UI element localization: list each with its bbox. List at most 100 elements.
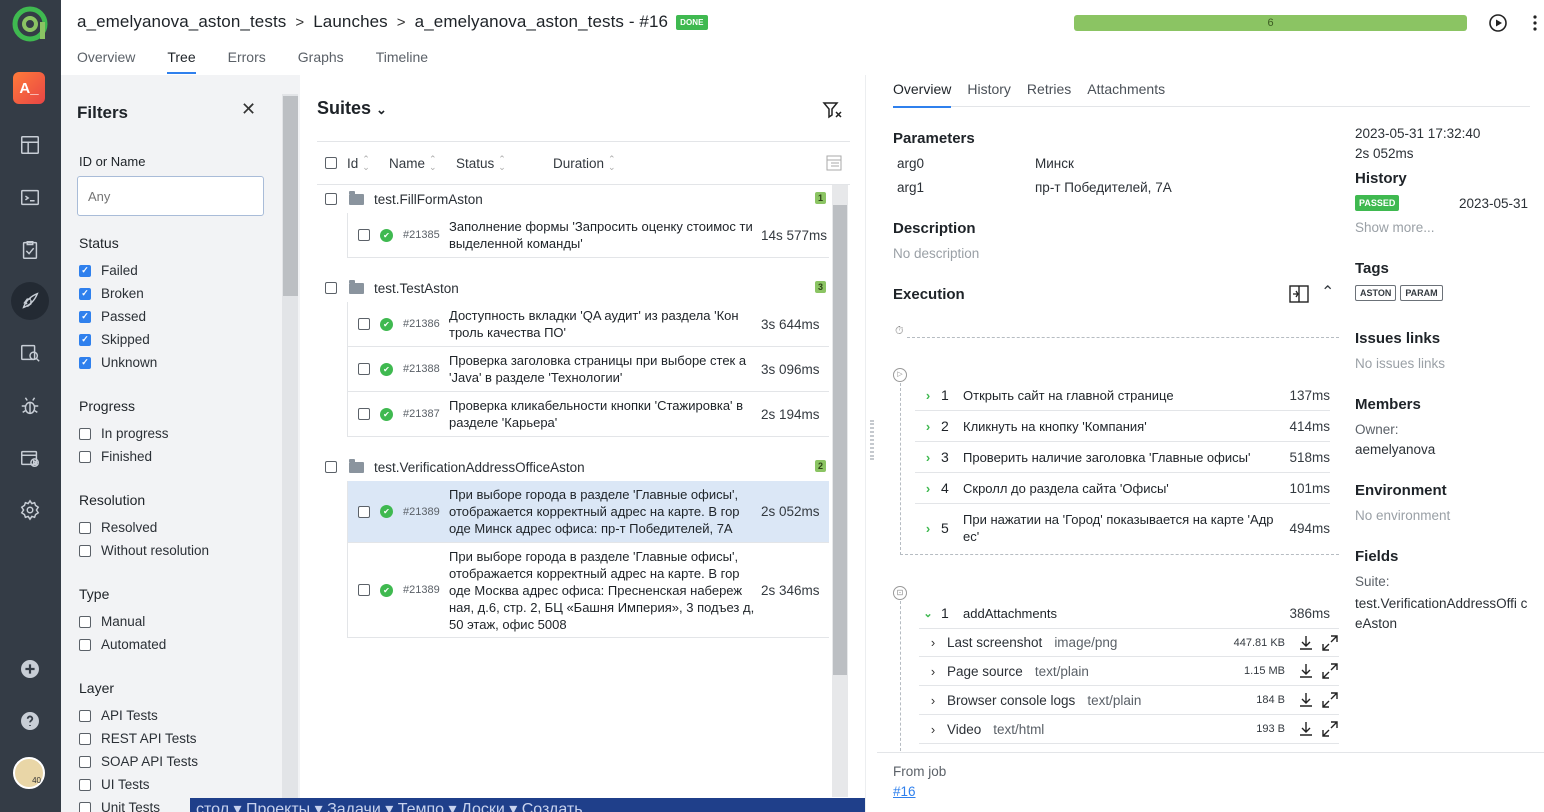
- execution-step[interactable]: › 3 Проверить наличие заголовка 'Главные о…: [915, 442, 1330, 473]
- tab-graphs[interactable]: Graphs: [298, 44, 344, 74]
- expand-icon[interactable]: [1321, 691, 1339, 709]
- download-icon[interactable]: [1297, 662, 1315, 680]
- show-more-link[interactable]: Show more...: [1355, 220, 1435, 235]
- filter-in-progress[interactable]: In progress: [79, 426, 169, 441]
- checkbox-icon[interactable]: [325, 461, 337, 473]
- column-id[interactable]: Id ⌃ ⌄: [347, 155, 385, 172]
- checkbox-icon[interactable]: [325, 282, 337, 294]
- checkbox-icon[interactable]: [79, 544, 91, 557]
- checkbox-checked-icon[interactable]: ✓: [79, 356, 91, 369]
- checkbox-icon[interactable]: [79, 778, 91, 791]
- tag[interactable]: ASTON: [1355, 285, 1397, 301]
- allure-logo-icon[interactable]: [10, 4, 50, 44]
- clear-filter-icon[interactable]: [822, 100, 842, 120]
- checkbox-icon[interactable]: [79, 427, 91, 440]
- suite-group-row[interactable]: test.FillFormAston 1: [317, 186, 828, 212]
- test-cases-icon[interactable]: [12, 180, 48, 216]
- suite-group-row[interactable]: test.TestAston 3: [317, 275, 828, 301]
- settings-gear-icon[interactable]: [12, 492, 48, 528]
- checkbox-checked-icon[interactable]: ✓: [79, 264, 91, 277]
- column-name[interactable]: Name ⌃ ⌄: [389, 155, 452, 172]
- tab-detail-history[interactable]: History: [967, 81, 1011, 107]
- launches-rocket-icon[interactable]: [11, 282, 49, 320]
- checkbox-checked-icon[interactable]: ✓: [79, 310, 91, 323]
- panel-resize-handle[interactable]: [865, 75, 877, 812]
- download-icon[interactable]: [1297, 691, 1315, 709]
- filter-status-skipped[interactable]: ✓ Skipped: [79, 332, 150, 347]
- checkbox-icon[interactable]: [358, 363, 370, 375]
- expand-icon[interactable]: [1321, 720, 1339, 738]
- filter-rest-api-tests[interactable]: REST API Tests: [79, 731, 197, 746]
- execution-step[interactable]: › 5 При нажатии на 'Город' показывается на…: [915, 504, 1330, 552]
- select-all-checkbox[interactable]: [325, 157, 337, 169]
- tab-timeline[interactable]: Timeline: [376, 44, 428, 74]
- filters-scrollbar-thumb[interactable]: [283, 96, 298, 296]
- filter-status-passed[interactable]: ✓ Passed: [79, 309, 146, 324]
- project-avatar[interactable]: A_: [13, 72, 45, 104]
- breadcrumb-launches[interactable]: Launches: [313, 12, 388, 32]
- checkbox-checked-icon[interactable]: ✓: [79, 333, 91, 346]
- tab-detail-attachments[interactable]: Attachments: [1087, 81, 1165, 107]
- expand-icon[interactable]: [1321, 634, 1339, 652]
- compare-icon[interactable]: [1289, 285, 1309, 303]
- filter-unit-tests[interactable]: Unit Tests: [79, 800, 160, 812]
- jobs-icon[interactable]: [12, 440, 48, 476]
- add-plus-icon[interactable]: [12, 651, 48, 687]
- dashboards-icon[interactable]: [12, 127, 48, 163]
- checkbox-icon[interactable]: [325, 193, 337, 205]
- execution-step[interactable]: › 4 Скролл до раздела сайта 'Офисы' 101ms: [915, 473, 1330, 504]
- suites-scrollbar-thumb[interactable]: [833, 205, 847, 675]
- execution-step[interactable]: › 2 Кликнуть на кнопку 'Компания' 414ms: [915, 411, 1330, 442]
- analytics-search-icon[interactable]: [12, 335, 48, 371]
- filter-soap-api-tests[interactable]: SOAP API Tests: [79, 754, 198, 769]
- attachment-row[interactable]: › Browser console logs text/plain 184 B: [919, 686, 1339, 715]
- expand-icon[interactable]: [1321, 662, 1339, 680]
- test-row[interactable]: ✔ #21385 Заполнение формы 'Запросить оце…: [347, 213, 829, 258]
- teardown-step[interactable]: ⌄ 1 addAttachments 386ms: [915, 598, 1330, 628]
- test-row-selected[interactable]: ✔ #21389 При выборе города в разделе 'Гл…: [347, 481, 829, 543]
- user-avatar[interactable]: 40: [13, 757, 45, 789]
- checkbox-icon[interactable]: [79, 732, 91, 745]
- attachment-row[interactable]: › Video text/html 193 B: [919, 715, 1339, 744]
- close-icon[interactable]: ✕: [241, 99, 256, 119]
- filter-automated[interactable]: Automated: [79, 637, 166, 652]
- filter-manual[interactable]: Manual: [79, 614, 145, 629]
- filter-status-unknown[interactable]: ✓ Unknown: [79, 355, 157, 370]
- test-row[interactable]: ✔ #21389 При выборе города в разделе 'Гл…: [347, 543, 829, 638]
- tab-errors[interactable]: Errors: [228, 44, 266, 74]
- filter-status-failed[interactable]: ✓ Failed: [79, 263, 138, 278]
- test-row[interactable]: ✔ #21388 Проверка заголовка страницы при…: [347, 347, 829, 392]
- checkbox-icon[interactable]: [79, 521, 91, 534]
- checkbox-icon[interactable]: [358, 318, 370, 330]
- filter-finished[interactable]: Finished: [79, 449, 152, 464]
- id-name-input[interactable]: [77, 176, 264, 216]
- tag[interactable]: PARAM: [1400, 285, 1443, 301]
- history-status-badge[interactable]: PASSED: [1355, 195, 1400, 211]
- attachment-row[interactable]: › Page source text/plain 1.15 MB: [919, 657, 1339, 686]
- more-vertical-icon[interactable]: [1527, 13, 1543, 33]
- tab-tree[interactable]: Tree: [167, 44, 196, 74]
- tab-detail-retries[interactable]: Retries: [1027, 81, 1071, 107]
- execution-step[interactable]: › 1 Открыть сайт на главной странице 137ms: [915, 380, 1330, 411]
- tab-overview[interactable]: Overview: [77, 44, 135, 74]
- filter-api-tests[interactable]: API Tests: [79, 708, 158, 723]
- tab-detail-overview[interactable]: Overview: [893, 81, 952, 108]
- collapse-chevron-up-icon[interactable]: ⌃: [1321, 282, 1334, 302]
- checkbox-icon[interactable]: [358, 408, 370, 420]
- filter-ui-tests[interactable]: UI Tests: [79, 777, 150, 792]
- column-duration[interactable]: Duration ⌃ ⌄: [553, 155, 616, 172]
- checkbox-icon[interactable]: [79, 450, 91, 463]
- test-plans-icon[interactable]: [12, 232, 48, 268]
- defects-bug-icon[interactable]: [12, 388, 48, 424]
- download-icon[interactable]: [1297, 634, 1315, 652]
- test-row[interactable]: ✔ #21386 Доступность вкладки 'QA аудит' …: [347, 302, 829, 347]
- suite-group-row[interactable]: test.VerificationAddressOfficeAston 2: [317, 454, 828, 480]
- column-settings-icon[interactable]: [824, 153, 844, 173]
- suites-dropdown[interactable]: Suites ⌄: [317, 98, 387, 119]
- help-question-icon[interactable]: [12, 703, 48, 739]
- from-job-link[interactable]: #16: [893, 784, 916, 799]
- column-status[interactable]: Status ⌃ ⌄: [456, 155, 549, 172]
- checkbox-icon[interactable]: [79, 755, 91, 768]
- checkbox-icon[interactable]: [358, 229, 370, 241]
- test-row[interactable]: ✔ #21387 Проверка кликабельности кнопки …: [347, 392, 829, 437]
